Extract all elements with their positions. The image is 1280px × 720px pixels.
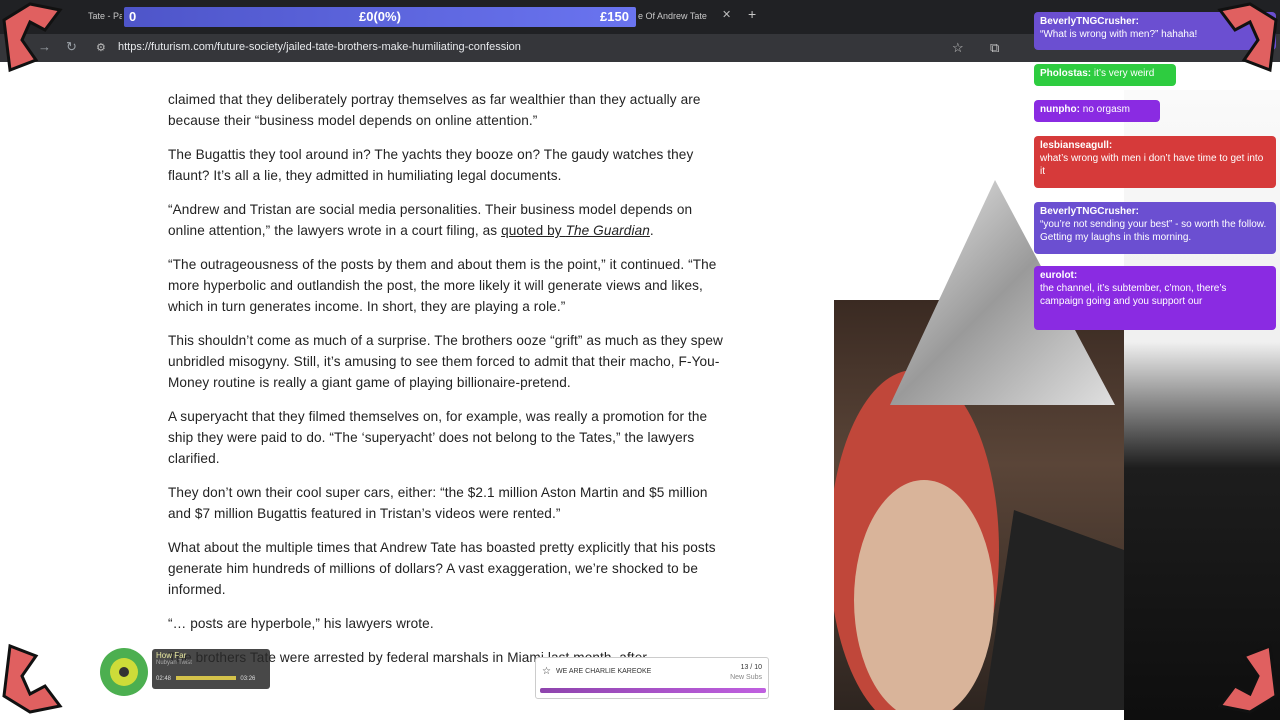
song-elapsed: 02:48 [156, 676, 172, 682]
article-paragraph: The Bugattis they tool around in? The ya… [168, 147, 694, 183]
extensions-icon[interactable]: ⧉ [990, 40, 999, 56]
song-artist: Nubyan Twist [156, 660, 192, 666]
bookmark-star-icon[interactable]: ☆ [952, 40, 964, 56]
chat-text: it’s very weird [1093, 68, 1155, 79]
browser-tab[interactable]: e Of Andrew Tate [638, 6, 710, 26]
subs-count: 13 / 10 [740, 664, 762, 671]
article-paragraph: They don’t own their cool super cars, ei… [168, 485, 708, 521]
chat-message: nunpho: no orgasm [1034, 100, 1160, 122]
star-icon: ☆ [542, 666, 551, 677]
chat-username: BeverlyTNGCrusher: [1040, 16, 1139, 27]
corner-decoration-icon [1217, 2, 1278, 73]
song-title: How Far [156, 651, 187, 660]
chat-text: no orgasm [1082, 104, 1131, 115]
chat-username: Pholostas: [1040, 68, 1092, 79]
album-art-icon [100, 648, 148, 696]
browser-tab[interactable]: Tate - Par [88, 6, 122, 26]
goal-left-value: 0 [129, 9, 137, 24]
subs-goal-widget: ☆ WE ARE CHARLIE KAREOKE 13 / 10 New Sub… [535, 657, 769, 699]
article-paragraph: claimed that they deliberately portray t… [168, 92, 701, 128]
guardian-link-italic: The Guardian [565, 223, 650, 238]
chat-text: what’s wrong with men i don’t have time … [1040, 153, 1264, 177]
corner-decoration-icon [2, 2, 63, 73]
chat-username: eurolot: [1040, 270, 1078, 281]
jacket-shape [984, 510, 1124, 710]
chat-username: BeverlyTNGCrusher: [1040, 206, 1139, 217]
now-playing-info: How Far Nubyan Twist 02:48 03:26 [152, 649, 270, 689]
chat-text: the channel, it’s subtember, c’mon, ther… [1040, 283, 1227, 307]
article-paragraph: A superyacht that they filmed themselves… [168, 409, 708, 466]
article-paragraph: “… posts are hyperbole,” his lawyers wro… [168, 616, 434, 631]
subs-sub-label: New Subs [730, 674, 762, 681]
song-progress-bar [175, 676, 236, 681]
corner-decoration-icon [1217, 643, 1278, 714]
close-icon[interactable]: ✕ [722, 8, 731, 21]
chat-username: lesbianseagull: [1040, 140, 1113, 151]
article-body: claimed that they deliberately portray t… [168, 62, 728, 720]
subs-label: WE ARE CHARLIE KAREOKE [556, 668, 652, 675]
article-paragraph: This shouldn’t come as much of a surpris… [168, 333, 723, 390]
chat-username: nunpho: [1040, 104, 1080, 115]
guardian-link[interactable]: quoted by The Guardian [501, 223, 650, 238]
chat-text: “What is wrong with men?” hahaha! [1040, 29, 1198, 40]
song-total: 03:26 [240, 676, 256, 682]
article-paragraph: What about the multiple times that Andre… [168, 540, 716, 597]
subs-progress-bar [540, 688, 766, 693]
chat-message: eurolot: the channel, it’s subtember, c’… [1034, 266, 1276, 330]
goal-right-value: £150 [600, 9, 629, 24]
article-paragraph-with-link: “Andrew and Tristan are social media per… [168, 199, 728, 241]
chat-message: lesbianseagull: what’s wrong with men i … [1034, 136, 1276, 188]
new-tab-button[interactable]: + [748, 6, 756, 22]
guardian-link-text: quoted by [501, 223, 566, 238]
site-info-icon[interactable]: ⚙ [96, 41, 106, 54]
donation-goal-bar: 0 £0(0%) £150 [124, 7, 636, 27]
chat-text: “you’re not sending your best” - so wort… [1040, 219, 1267, 243]
corner-decoration-icon [2, 643, 63, 714]
quote-paragraph-end: . [649, 223, 654, 238]
article-paragraph: “The outrageousness of the posts by them… [168, 257, 717, 314]
chat-message: Pholostas: it’s very weird [1034, 64, 1176, 86]
goal-center-value: £0(0%) [359, 9, 401, 24]
url-field[interactable]: https://futurism.com/future-society/jail… [118, 41, 521, 53]
chat-message: BeverlyTNGCrusher: “you’re not sending y… [1034, 202, 1276, 254]
face-shape [854, 480, 994, 720]
